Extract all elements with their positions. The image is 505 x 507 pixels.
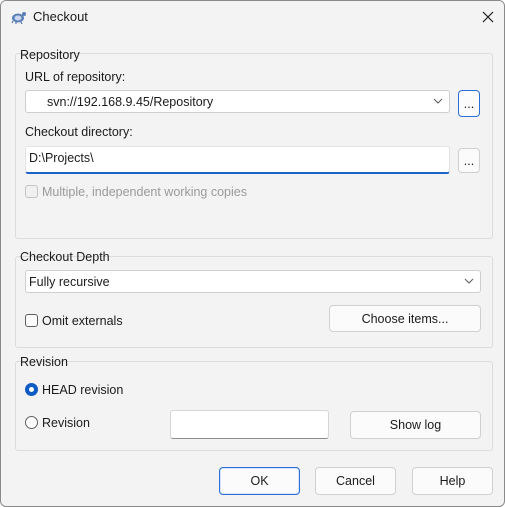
omit-externals-label: Omit externals: [42, 314, 123, 328]
revision-group-label: Revision: [20, 355, 68, 369]
checkout-directory-input[interactable]: D:\Projects\: [25, 146, 450, 174]
checkout-directory-label: Checkout directory:: [25, 125, 133, 139]
window-title: Checkout: [33, 9, 88, 24]
head-revision-radio[interactable]: [25, 383, 38, 396]
checkout-directory-value: D:\Projects\: [29, 151, 94, 165]
url-browse-button[interactable]: ...: [458, 90, 480, 117]
tortoisesvn-icon: [11, 12, 26, 25]
chevron-down-icon: [433, 98, 443, 104]
depth-value: Fully recursive: [29, 275, 110, 289]
multiple-copies-label: Multiple, independent working copies: [42, 185, 247, 199]
revision-number-input[interactable]: [170, 410, 329, 439]
url-label: URL of repository:: [25, 70, 126, 84]
help-button[interactable]: Help: [412, 467, 493, 495]
url-value: svn://192.168.9.45/Repository: [47, 95, 214, 109]
checkout-depth-group-label: Checkout Depth: [20, 250, 110, 264]
cancel-button[interactable]: Cancel: [315, 467, 396, 495]
url-combobox[interactable]: svn://192.168.9.45/Repository: [25, 90, 450, 113]
chevron-down-icon: [464, 278, 474, 284]
specific-revision-radio[interactable]: [25, 416, 38, 429]
specific-revision-label: Revision: [42, 416, 90, 430]
directory-browse-button[interactable]: ...: [458, 148, 480, 173]
close-button[interactable]: [471, 3, 504, 31]
title-bar: Checkout: [1, 1, 504, 33]
checkout-dialog: Checkout Repository URL of repository: s…: [0, 0, 505, 507]
choose-items-button[interactable]: Choose items...: [329, 305, 481, 332]
close-icon: [482, 11, 494, 23]
show-log-button[interactable]: Show log: [350, 411, 481, 439]
multiple-copies-checkbox[interactable]: [25, 185, 38, 198]
depth-combobox[interactable]: Fully recursive: [25, 270, 481, 293]
omit-externals-checkbox[interactable]: [25, 314, 38, 327]
ok-button[interactable]: OK: [219, 467, 300, 495]
repository-group-label: Repository: [20, 48, 80, 62]
head-revision-label: HEAD revision: [42, 383, 124, 397]
